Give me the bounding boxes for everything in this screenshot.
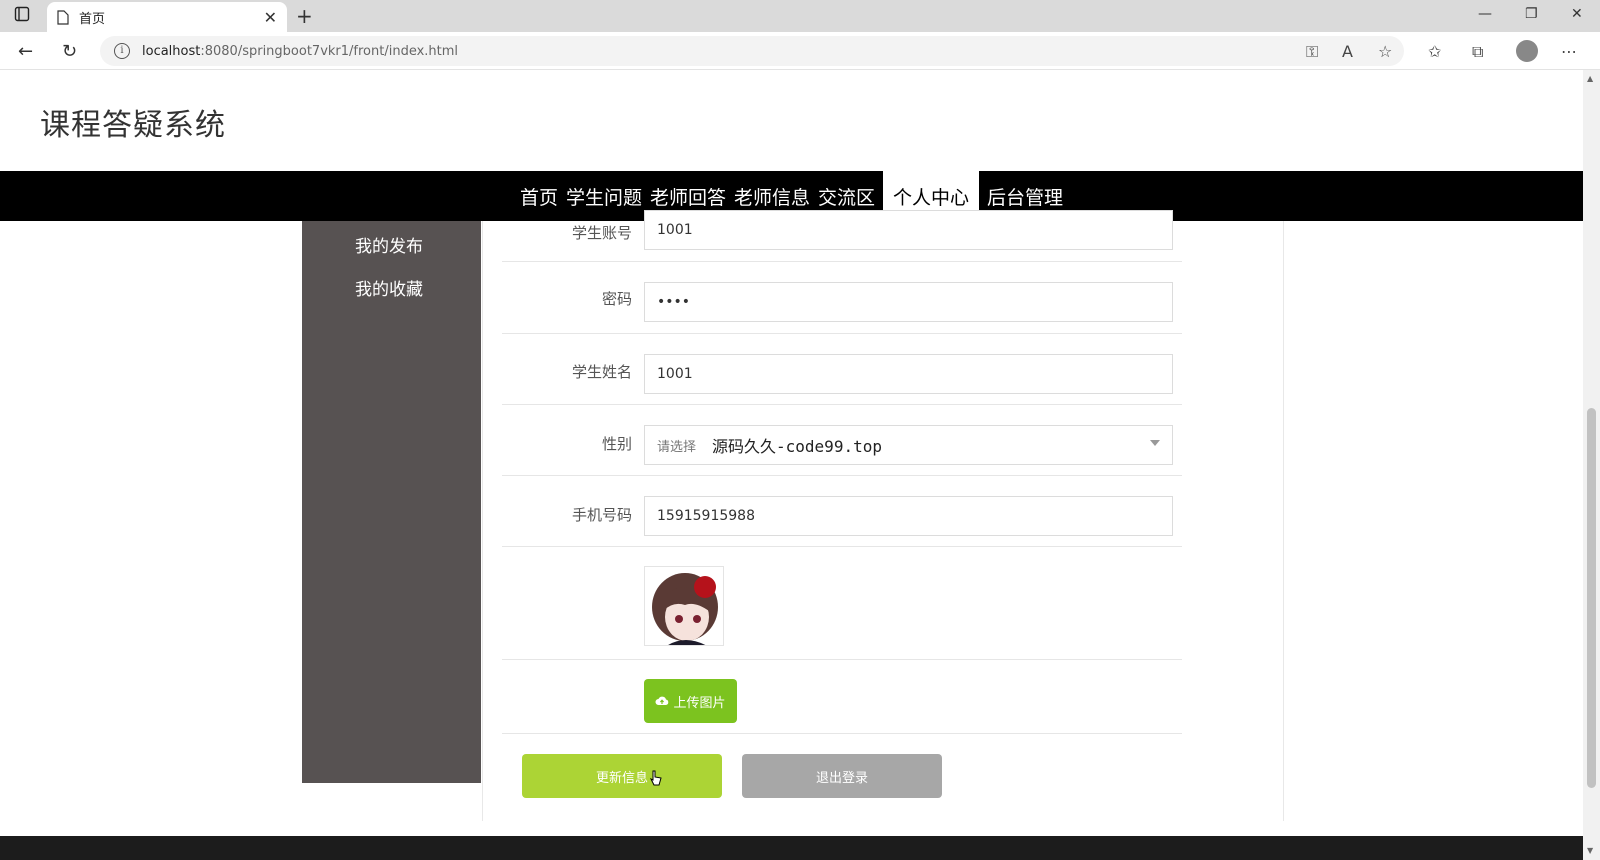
scroll-up-icon[interactable]: ▲	[1587, 74, 1593, 83]
phone-label: 手机号码	[571, 506, 632, 524]
more-icon[interactable]: ⋯	[1561, 42, 1577, 61]
address-bar-row: ← ↻ i localhost:8080/springboot7vkr1/fro…	[0, 32, 1600, 70]
gender-label: 性别	[601, 435, 632, 453]
mouse-cursor-icon	[650, 770, 662, 786]
add-favorite-icon[interactable]: ☆	[1378, 42, 1392, 61]
page-scrollbar[interactable]: ▲ ▼	[1583, 70, 1600, 860]
gender-select[interactable]: 请选择 源码久久-code99.top	[644, 425, 1173, 465]
browser-tab[interactable]: 首页 ✕	[47, 2, 287, 32]
browser-tab-bar: 首页 ✕ + — ❐ ✕	[0, 0, 1600, 32]
info-icon[interactable]: i	[114, 43, 130, 59]
cloud-upload-icon	[655, 696, 669, 705]
name-input[interactable]: 1001	[644, 354, 1173, 394]
content-divider	[1283, 221, 1284, 821]
phone-input[interactable]: 15915915988	[644, 496, 1173, 536]
url-text: localhost:8080/springboot7vkr1/front/ind…	[142, 43, 459, 59]
gender-value: 源码久久-code99.top	[712, 437, 882, 456]
sidebar-item-my-favorites[interactable]: 我的收藏	[355, 275, 423, 300]
sidebar: 我的发布 我的收藏	[302, 221, 481, 783]
avatar	[644, 566, 724, 646]
password-input[interactable]: ••••	[644, 282, 1173, 322]
refresh-icon[interactable]: ↻	[62, 41, 77, 62]
scrollbar-thumb[interactable]	[1587, 408, 1596, 788]
favorites-icon[interactable]: ✩	[1428, 42, 1441, 61]
collections-icon[interactable]: ⧉	[1472, 42, 1483, 62]
form-row-phone: 手机号码 15915915988	[502, 476, 1182, 547]
tab-title: 首页	[79, 11, 106, 27]
new-tab-icon[interactable]: +	[296, 4, 313, 28]
close-tab-icon[interactable]: ✕	[264, 8, 277, 27]
key-icon[interactable]: ⚿	[1306, 42, 1318, 62]
account-label: 学生账号	[571, 224, 632, 242]
profile-icon[interactable]	[1516, 40, 1538, 62]
form-row-upload	[502, 660, 1182, 734]
close-window-icon[interactable]: ✕	[1571, 6, 1583, 22]
tab-actions-icon[interactable]	[14, 6, 34, 26]
content-divider	[482, 221, 483, 821]
footer	[0, 836, 1583, 860]
password-label: 密码	[601, 290, 632, 308]
read-aloud-icon[interactable]: A	[1342, 42, 1353, 61]
back-icon[interactable]: ←	[18, 41, 33, 62]
scroll-down-icon[interactable]: ▼	[1587, 846, 1593, 855]
chevron-down-icon	[1150, 440, 1160, 446]
minimize-icon[interactable]: —	[1478, 6, 1492, 22]
form-row-name: 学生姓名 1001	[502, 334, 1182, 405]
update-info-button[interactable]: 更新信息	[522, 754, 722, 798]
form-row-avatar	[502, 547, 1182, 660]
form-row-password: 密码 ••••	[502, 262, 1182, 334]
logout-button[interactable]: 退出登录	[742, 754, 942, 798]
upload-image-button[interactable]: 上传图片	[644, 679, 737, 723]
gender-placeholder: 请选择	[657, 439, 697, 455]
account-input[interactable]: 1001	[644, 210, 1173, 250]
restore-icon[interactable]: ❐	[1525, 6, 1538, 22]
site-title: 课程答疑系统	[40, 108, 226, 143]
form-row-account: 学生账号 1001	[502, 200, 1182, 262]
page-icon	[57, 9, 69, 25]
address-bar[interactable]: i localhost:8080/springboot7vkr1/front/i…	[100, 36, 1404, 66]
name-label: 学生姓名	[571, 363, 632, 381]
form-row-gender: 性别 请选择 源码久久-code99.top	[502, 405, 1182, 476]
sidebar-item-my-posts[interactable]: 我的发布	[355, 232, 423, 257]
